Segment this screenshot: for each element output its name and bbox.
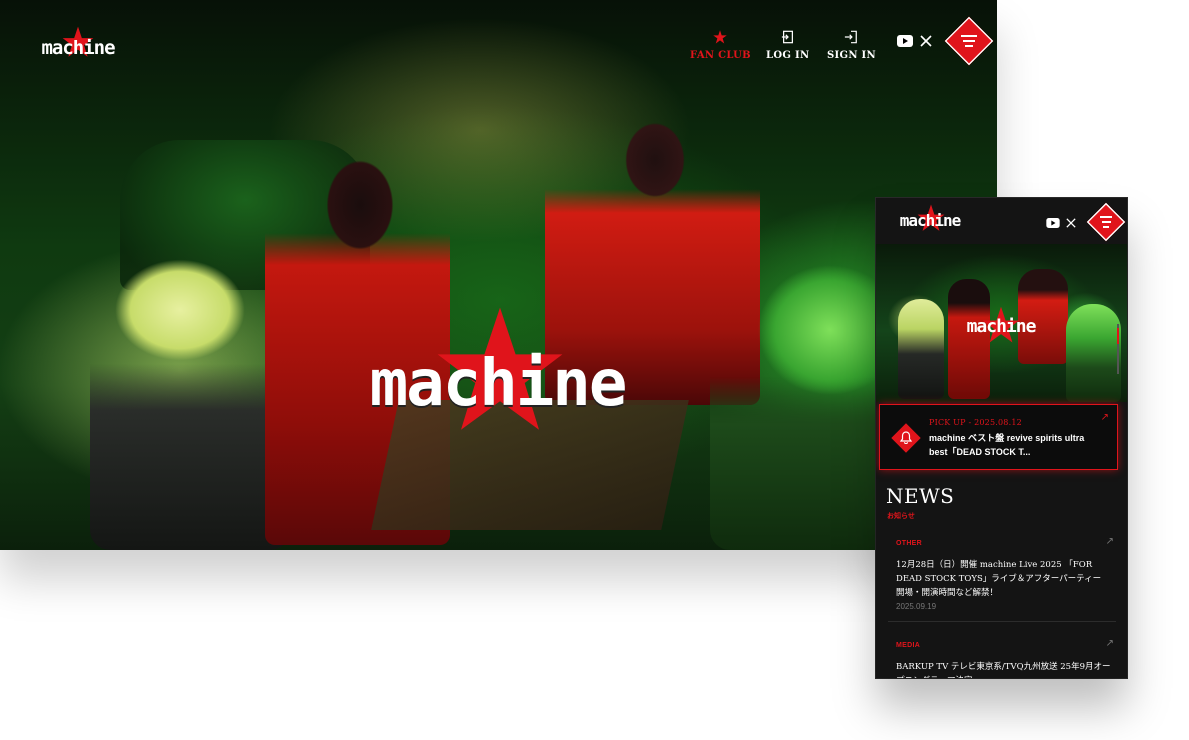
signin-icon bbox=[844, 28, 858, 46]
logo-text: machine bbox=[41, 37, 115, 59]
news-subheading: お知らせ bbox=[887, 513, 915, 520]
band-member-blonde bbox=[90, 240, 290, 550]
band-member-green bbox=[1066, 304, 1121, 402]
mobile-menu-button[interactable] bbox=[1086, 202, 1126, 242]
nav-log-in-label: LOG IN bbox=[766, 50, 810, 61]
x-icon[interactable] bbox=[1066, 215, 1076, 233]
news-date: 2025.09.19 bbox=[896, 602, 937, 611]
hamburger-icon bbox=[961, 35, 977, 47]
mobile-header: machine bbox=[876, 198, 1127, 244]
mobile-preview: machine machine PICK UP - 2025.08.12 mac… bbox=[876, 198, 1127, 678]
pickup-label: PICK UP - 2025.08.12 bbox=[929, 418, 1022, 427]
nav-sign-in[interactable]: SIGN IN bbox=[827, 28, 876, 61]
mobile-hero-logo-text: machine bbox=[966, 316, 1037, 337]
arrow-up-right-icon: ↗ bbox=[1105, 536, 1114, 547]
site-logo[interactable]: machine bbox=[26, 26, 130, 60]
band-member-blonde bbox=[898, 299, 944, 399]
nav-fan-club-label: FAN CLUB bbox=[690, 50, 751, 61]
arrow-up-right-icon: ↗ bbox=[1100, 412, 1109, 423]
news-category: OTHER bbox=[896, 540, 922, 547]
hero-logo-text: machine bbox=[369, 347, 628, 421]
login-icon bbox=[781, 28, 795, 46]
x-icon[interactable] bbox=[920, 35, 932, 47]
news-item[interactable]: MEDIA ↗ BARKUP TV テレビ東京系/TVQ九州放送 25年9月オー… bbox=[888, 638, 1116, 678]
hamburger-icon bbox=[1100, 216, 1112, 228]
hero-logo: machine bbox=[305, 305, 690, 445]
news-title: 12月28日（日）開催 machine Live 2025 「FOR DEAD … bbox=[896, 560, 1102, 598]
news-heading: NEWS bbox=[886, 484, 955, 508]
menu-button[interactable] bbox=[944, 16, 994, 66]
mobile-site-logo[interactable]: machine bbox=[883, 204, 977, 232]
news-title: BARKUP TV テレビ東京系/TVQ九州放送 25年9月オープニングテーマ決… bbox=[896, 662, 1111, 678]
mobile-logo-text: machine bbox=[899, 211, 961, 230]
pickup-banner[interactable]: PICK UP - 2025.08.12 machine ベスト盤 revive… bbox=[879, 404, 1118, 470]
news-category: MEDIA bbox=[896, 642, 921, 649]
nav-log-in[interactable]: LOG IN bbox=[766, 28, 809, 61]
bell-icon bbox=[891, 423, 921, 453]
news-item[interactable]: OTHER ↗ 12月28日（日）開催 machine Live 2025 「F… bbox=[888, 536, 1116, 622]
star-icon bbox=[713, 28, 728, 46]
nav-fan-club[interactable]: FAN CLUB bbox=[690, 28, 751, 61]
youtube-icon[interactable] bbox=[897, 35, 913, 47]
nav-sign-in-label: SIGN IN bbox=[827, 50, 876, 61]
arrow-up-right-icon: ↗ bbox=[1105, 638, 1114, 649]
pickup-title: machine ベスト盤 revive spirits ultra best「D… bbox=[929, 433, 1085, 457]
youtube-icon[interactable] bbox=[1046, 215, 1060, 233]
mobile-hero-image: machine bbox=[876, 244, 1127, 402]
mobile-hero-logo: machine bbox=[946, 304, 1056, 346]
hero-slider-indicator[interactable] bbox=[1117, 324, 1119, 374]
desktop-preview: machine machine FAN CLUB LOG IN SIGN IN bbox=[0, 0, 997, 550]
